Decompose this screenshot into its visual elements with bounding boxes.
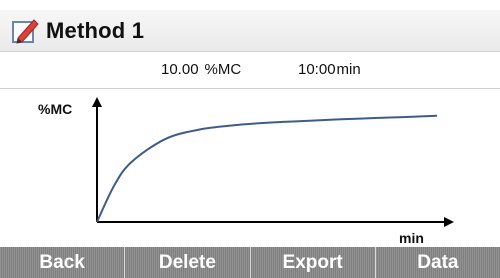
time-value: 10:00 bbox=[298, 61, 336, 78]
y-axis-label: %MC bbox=[38, 101, 73, 117]
pencil-notepad-icon bbox=[10, 16, 40, 46]
moisture-value: 10.00 bbox=[161, 61, 199, 78]
data-button[interactable]: Data bbox=[376, 247, 500, 278]
back-button[interactable]: Back bbox=[0, 247, 126, 278]
result-info-row: 10.00 %MC 10:00min bbox=[0, 53, 500, 89]
y-axis-arrow bbox=[92, 97, 102, 107]
time-unit: min bbox=[336, 61, 361, 78]
drying-curve-chart: %MC min bbox=[0, 90, 500, 246]
x-axis-arrow bbox=[444, 217, 454, 227]
export-button[interactable]: Export bbox=[251, 247, 376, 278]
page-title: Method 1 bbox=[46, 17, 145, 43]
title-bar: Method 1 bbox=[0, 10, 500, 52]
series-line-0 bbox=[96, 114, 438, 223]
softkey-bar: Back Delete Export Data bbox=[0, 247, 500, 278]
time-readout: 10:00min bbox=[298, 61, 361, 78]
moisture-readout: 10.00 %MC bbox=[161, 61, 241, 78]
delete-button[interactable]: Delete bbox=[125, 247, 251, 278]
method-screen: Method 1 10.00 %MC 10:00min %MC min Back … bbox=[0, 0, 500, 278]
x-axis-label: min bbox=[399, 230, 424, 246]
moisture-unit: %MC bbox=[204, 61, 242, 78]
chart-canvas bbox=[92, 97, 454, 227]
